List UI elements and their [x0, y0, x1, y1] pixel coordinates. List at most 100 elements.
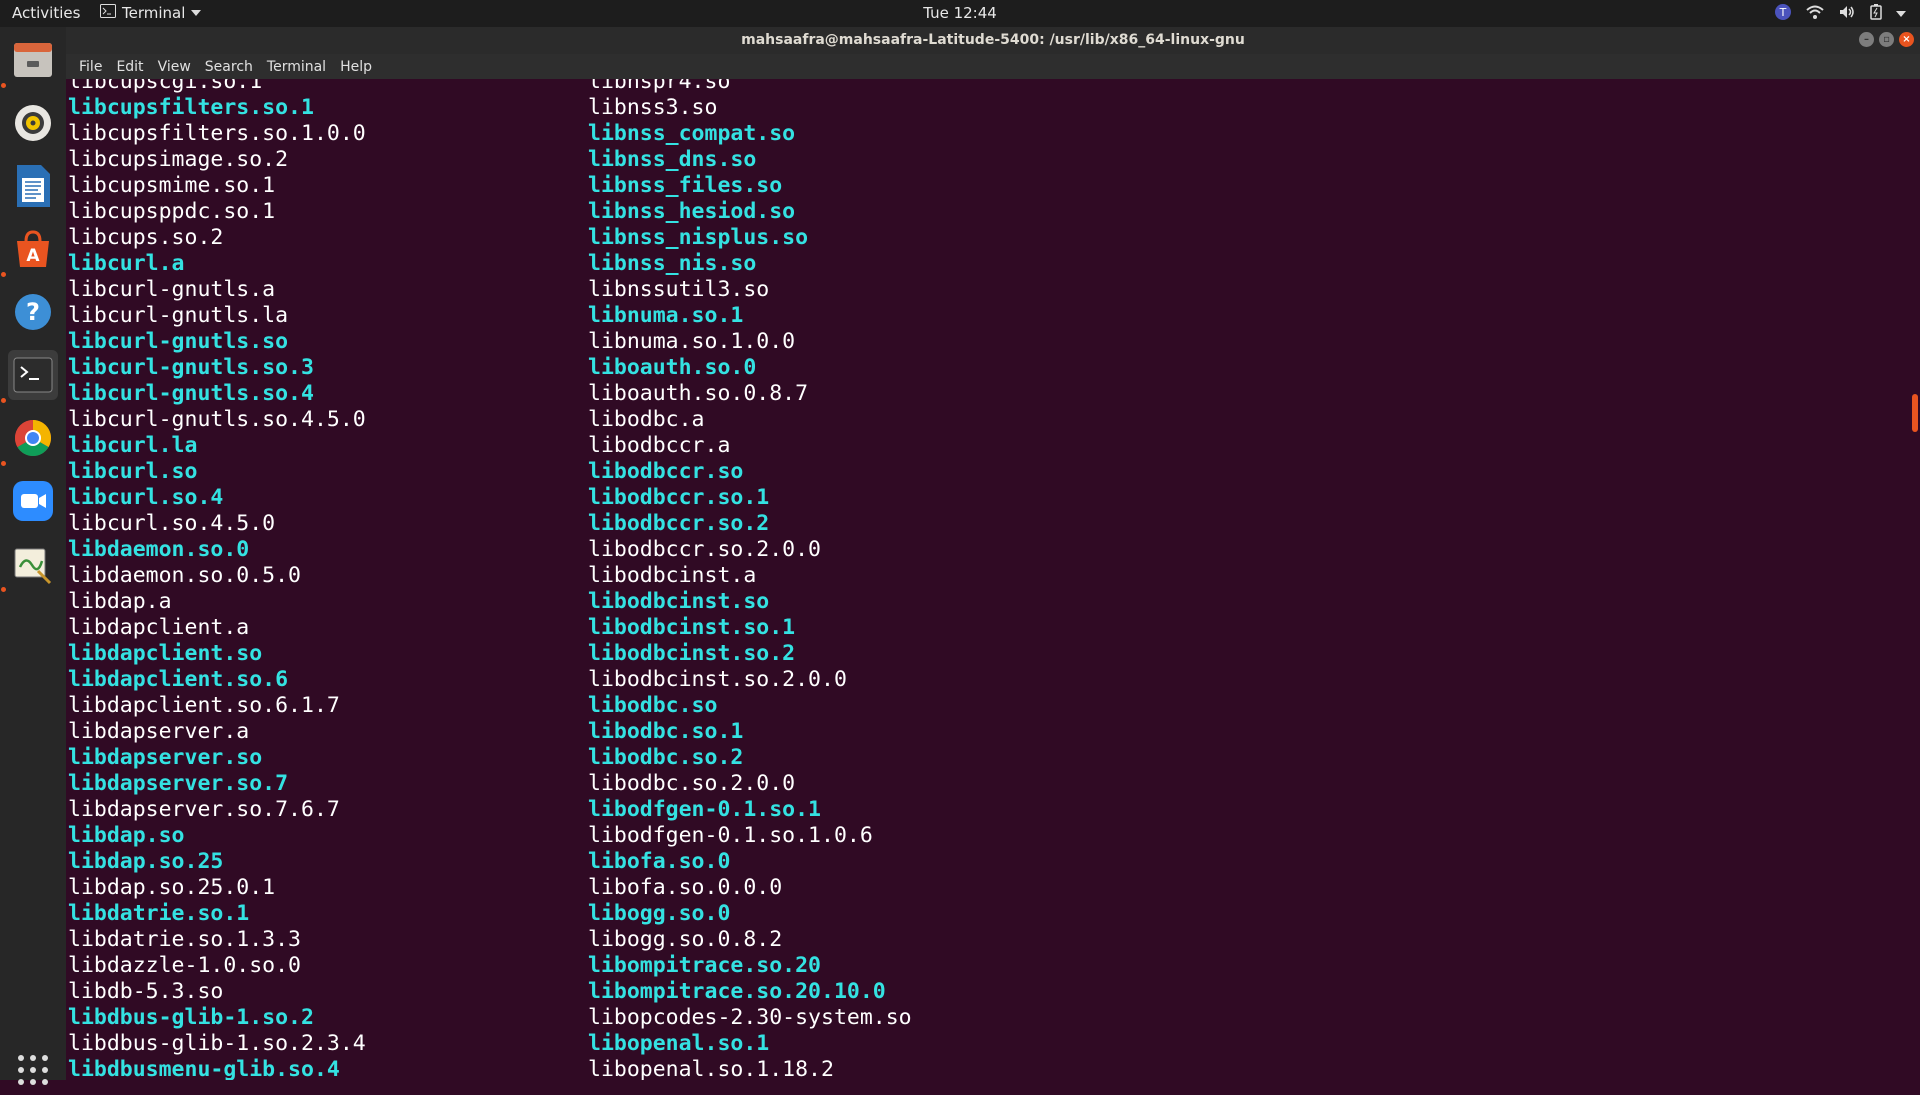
app-menu[interactable]: Terminal [100, 4, 202, 22]
file-entry: libopcodes-2.30-system.so [588, 1005, 912, 1030]
clock[interactable]: Tue 12:44 [923, 4, 997, 22]
symlink-entry: libompitrace.so.20.10.0 [588, 979, 886, 1004]
show-applications-button[interactable] [8, 1045, 58, 1095]
symlink-entry: libdap.so.25 [68, 849, 224, 874]
file-entry: libdapclient.so.6.1.7 [68, 693, 340, 718]
file-entry: libnssutil3.so [588, 277, 770, 302]
symlink-entry: libcurl.so [68, 459, 198, 484]
file-entry: libdapclient.a [68, 615, 250, 640]
file-entry: libcupsmime.so.1 [68, 173, 276, 198]
terminal-launcher[interactable] [8, 350, 58, 400]
file-entry: libdapserver.a [68, 719, 250, 744]
symlink-entry: libofa.so.0 [588, 849, 731, 874]
chrome-icon [14, 420, 52, 457]
window-titlebar[interactable]: mahsaafra@mahsaafra-Latitude-5400: /usr/… [66, 27, 1920, 54]
file-entry: libnss3.so [588, 95, 718, 120]
terminal-icon [13, 357, 53, 393]
scrollbar-thumb[interactable] [1912, 394, 1918, 432]
file-entry: libcurl-gnutls.la [68, 303, 289, 328]
file-entry: libdazzle-1.0.so.0 [68, 953, 301, 978]
wifi-icon[interactable] [1806, 4, 1824, 24]
activities-button[interactable]: Activities [12, 4, 80, 22]
zoom-icon [13, 481, 53, 521]
menu-search[interactable]: Search [198, 59, 260, 75]
app-menu-label: Terminal [122, 4, 186, 22]
document-icon [17, 165, 50, 207]
file-entry: libcups.so.2 [68, 225, 224, 250]
file-entry: libopenal.so.1.18.2 [588, 1057, 834, 1080]
file-entry: libcupsfilters.so.1.0.0 [68, 121, 366, 146]
scrollbar[interactable] [1909, 79, 1920, 1080]
system-menu-chevron-icon[interactable] [1896, 11, 1906, 17]
svg-text:?: ? [26, 298, 40, 326]
menu-edit[interactable]: Edit [109, 59, 150, 75]
window-controls: – ▫ × [1859, 32, 1914, 47]
symlink-entry: libnss_nis.so [588, 251, 757, 276]
symlink-entry: libodbcinst.so.1 [588, 615, 796, 640]
teams-icon[interactable]: T [1774, 3, 1792, 25]
symlink-entry: liboauth.so.0 [588, 355, 757, 380]
menu-terminal[interactable]: Terminal [260, 59, 333, 75]
writer-launcher[interactable] [8, 161, 58, 211]
file-entry: libcupscgi.so.1 [68, 79, 263, 94]
file-entry: libodfgen-0.1.so.1.0.6 [588, 823, 873, 848]
file-entry: libdaemon.so.0.5.0 [68, 563, 301, 588]
running-indicator [1, 83, 6, 88]
file-entry: libdb-5.3.so [68, 979, 224, 1004]
help-icon: ? [15, 294, 51, 330]
file-entry: libcurl-gnutls.so.4.5.0 [68, 407, 366, 432]
menu-view[interactable]: View [151, 59, 198, 75]
symlink-entry: libodbcinst.so.2 [588, 641, 796, 666]
system-tray[interactable]: T [1774, 3, 1906, 25]
chevron-down-icon [191, 10, 202, 16]
file-entry: libdap.a [68, 589, 172, 614]
rhythmbox-launcher[interactable] [8, 98, 58, 148]
svg-text:A: A [26, 246, 40, 266]
file-entry: libnspr4.so [588, 79, 731, 94]
file-entry: libodbcinst.a [588, 563, 757, 588]
file-entry: libodbccr.so.2.0.0 [588, 537, 821, 562]
files-launcher[interactable] [8, 35, 58, 85]
terminal-output[interactable]: libcupscgi.so.1 libcupsfilters.so.1 libcup… [66, 79, 1909, 1080]
minimize-button[interactable]: – [1859, 32, 1874, 47]
symlink-entry: libodbccr.so.1 [588, 485, 770, 510]
zoom-launcher[interactable] [8, 476, 58, 526]
symlink-entry: libdapclient.so.6 [68, 667, 289, 692]
symlink-entry: libcurl.so.4 [68, 485, 224, 510]
symlink-entry: libdbusmenu-glib.so.4 [68, 1057, 340, 1080]
software-launcher[interactable]: A [8, 224, 58, 274]
volume-icon[interactable] [1838, 4, 1856, 24]
menu-help[interactable]: Help [333, 59, 379, 75]
file-entry: libcurl-gnutls.a [68, 277, 276, 302]
symlink-entry: libogg.so.0 [588, 901, 731, 926]
top-bar: Activities Terminal Tue 12:44 T [0, 0, 1920, 27]
symlink-entry: libodbc.so.1 [588, 719, 744, 744]
symlink-entry: libdapserver.so.7 [68, 771, 289, 796]
terminal-small-icon [100, 4, 116, 22]
file-entry: libogg.so.0.8.2 [588, 927, 783, 952]
chrome-launcher[interactable] [8, 413, 58, 463]
listing-column-left: libcupscgi.so.1 libcupsfilters.so.1 libcup… [68, 79, 366, 1080]
symlink-entry: libodbcinst.so [588, 589, 770, 614]
file-entry: libdap.so.25.0.1 [68, 875, 276, 900]
symlink-entry: libodbc.so.2 [588, 745, 744, 770]
maximize-button[interactable]: ▫ [1879, 32, 1894, 47]
dock: A ? [0, 27, 66, 1085]
listing-column-right: libnspr4.so libnss3.so libnss_compat.solib… [588, 79, 912, 1080]
file-entry: libcupsimage.so.2 [68, 147, 289, 172]
symlink-entry: libdatrie.so.1 [68, 901, 250, 926]
running-indicator [1, 398, 6, 403]
drawing-icon [14, 548, 52, 585]
symlink-entry: libdapserver.so [68, 745, 263, 770]
close-button[interactable]: × [1899, 32, 1914, 47]
menu-file[interactable]: File [72, 59, 109, 75]
help-launcher[interactable]: ? [8, 287, 58, 337]
symlink-entry: libnss_files.so [588, 173, 783, 198]
drawing-launcher[interactable] [8, 539, 58, 589]
file-entry: libcupsppdc.so.1 [68, 199, 276, 224]
battery-icon[interactable] [1870, 4, 1882, 24]
file-entry: libodbcinst.so.2.0.0 [588, 667, 847, 692]
symlink-entry: libodfgen-0.1.so.1 [588, 797, 821, 822]
file-entry: libodbc.so.2.0.0 [588, 771, 796, 796]
symlink-entry: libnss_compat.so [588, 121, 796, 146]
